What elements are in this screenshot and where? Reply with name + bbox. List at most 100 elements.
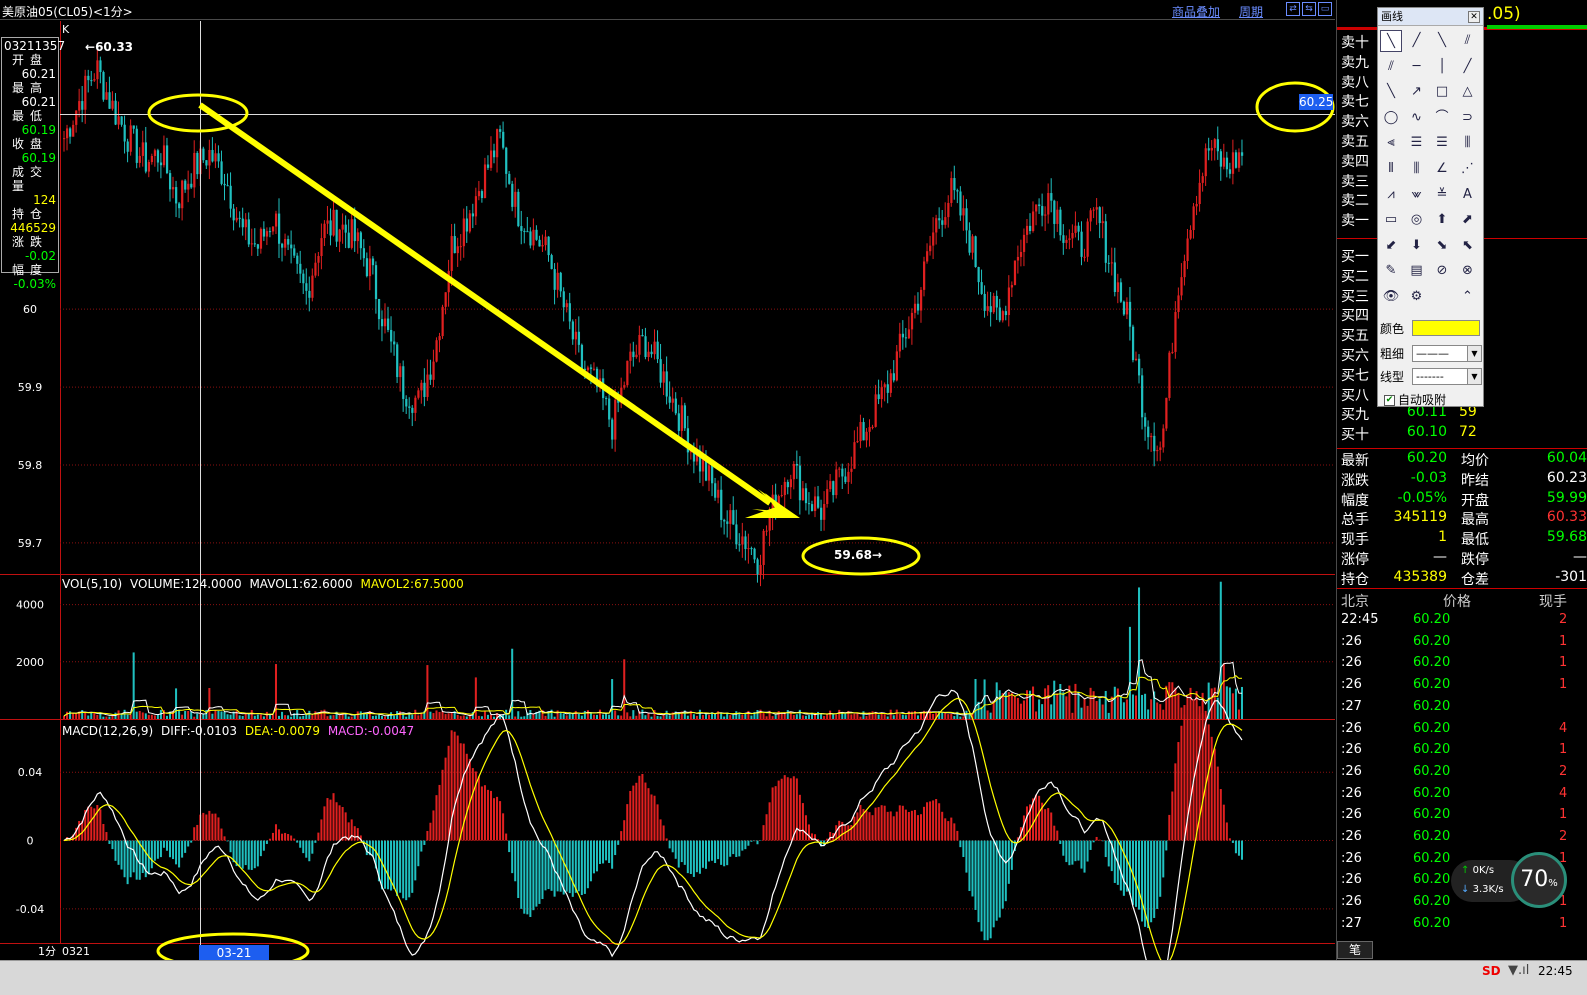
fib-fan-icon[interactable]: ⫷ [1380,132,1402,154]
macd-bar [1062,840,1065,856]
macd-bar [692,840,695,877]
auto-attach-checkbox[interactable]: ✔ 自动吸附 [1384,391,1446,408]
candle-body [114,100,117,125]
parallel-icon[interactable]: ⫽ [1457,30,1479,52]
parallel-channel-icon[interactable]: ⫽ [1380,56,1402,78]
width-select[interactable]: ——— ▼ [1412,345,1482,362]
color-layers-icon[interactable]: ▤ [1406,260,1428,282]
style-select[interactable]: ------- ▼ [1412,368,1482,385]
candle-body [726,521,729,524]
volume-bar [187,710,190,719]
macd-bar [505,833,508,841]
overlay-link[interactable]: 商品叠加 [1172,3,1220,20]
volume-bar [374,715,377,719]
fib-retracement-icon[interactable]: ☰ [1406,132,1428,154]
candle-body [532,229,535,246]
horizontal-line-icon[interactable]: ─ [1406,56,1428,78]
candle-body [565,303,568,308]
volume-bar [986,710,989,719]
tick-row: :27 60.20 1 [1337,916,1587,937]
up-arrow-line-icon[interactable]: ↗ [1406,81,1428,103]
crosshair-price-label: 60.25 [1299,94,1334,110]
down-line-icon[interactable]: ╲ [1380,81,1402,103]
volume-bar [686,715,689,719]
hide-icon[interactable]: ⊘ [1431,260,1453,282]
ruler-icon[interactable]: ▭ [1380,209,1402,231]
wave-icon[interactable]: ∿ [1406,107,1428,129]
volume-bar [974,678,977,719]
rectangle-icon[interactable]: □ [1431,81,1453,103]
up-right-arrow-icon[interactable]: ⬈ [1457,209,1479,231]
macd-bar [935,799,938,841]
cycle-line-icon[interactable]: ⦀ [1380,158,1402,180]
volume-bar [1074,683,1077,719]
macd-bar [617,840,620,845]
candle-body [408,406,411,408]
volume-bar [235,710,238,719]
buy-level-volume: 72 [1459,424,1477,441]
macd-bar [568,840,571,894]
candle-body [998,307,1001,321]
ellipse-icon[interactable]: ◯ [1380,107,1402,129]
arc-icon[interactable]: ⌒ [1431,107,1453,129]
trend-line-icon[interactable]: ╱ [1457,56,1479,78]
fib-cycle-icon[interactable]: ⫼ [1406,158,1428,180]
volume-bar [617,715,620,719]
nav-button-3[interactable]: ▭ [1318,2,1332,16]
gann-fan-icon[interactable]: ⋰ [1457,158,1479,180]
drawing-tool-window[interactable]: 画线 ✕ ╲ ╱ ╲ ⫽ ⫽ ─ │ ╱ ╲ ↗ □ △ ◯ ∿ ⌒ ⊃ ⫷ ☰ ☰ ⫼ ⦀ ⫼ ∠ ⋰ ⩘ ⩖ ≚ A ▭ ◎ ⬆ ⬈ ⬋ ⬇ ⬊… [1377,7,1484,407]
candle-body [317,256,320,263]
collapse-icon[interactable]: ⌃ [1457,286,1479,308]
down-left-arrow-icon[interactable]: ⬋ [1380,235,1402,257]
speed-line-icon[interactable]: ⩘ [1380,184,1402,206]
eye-icon[interactable]: 👁 [1380,286,1402,308]
candle-body [623,385,626,388]
line-segment-icon[interactable]: ╲ [1380,30,1402,52]
candle-body [865,431,868,441]
macd-bar [123,840,126,878]
color-swatch[interactable] [1412,320,1480,336]
fib-extension-icon[interactable]: ☰ [1431,132,1453,154]
down-right-arrow-icon[interactable]: ⬊ [1431,235,1453,257]
target-icon[interactable]: ◎ [1406,209,1428,231]
ray-icon[interactable]: ╱ [1406,30,1428,52]
macd-bar [238,840,241,868]
macd-bar [459,743,462,841]
macd-bar [944,818,947,841]
settings-icon[interactable]: ⚙ [1406,286,1428,308]
tab-ticks[interactable]: 笔 [1337,941,1373,959]
lock-icon[interactable]: ⊗ [1457,260,1479,282]
up-left-arrow-icon[interactable]: ⬉ [1457,235,1479,257]
line-icon[interactable]: ╲ [1431,30,1453,52]
candle-body [1035,204,1038,212]
macd-bar [683,840,686,865]
candle-body [1231,152,1235,174]
volume-bar [577,713,580,719]
vertical-line-icon[interactable]: │ [1431,56,1453,78]
down-arrow-icon[interactable]: ⬇ [1406,235,1428,257]
pitchfork-icon[interactable]: ⩖ [1406,184,1428,206]
price-channel-icon[interactable]: ≚ [1431,184,1453,206]
eraser-icon[interactable]: ✎ [1380,260,1402,282]
info-rows: 开盘 60.21 最高 60.21 最低 60.19 收盘 60.19 成交量 124 持仓 4465… [4,53,56,291]
triangle-icon[interactable]: △ [1457,81,1479,103]
nav-button-2[interactable]: ⇆ [1302,2,1316,16]
candle-body [359,232,362,249]
angle-icon[interactable]: ∠ [1431,158,1453,180]
close-icon[interactable]: ✕ [1468,11,1480,23]
nav-button-1[interactable]: ⇄ [1286,2,1300,16]
candle-body [632,351,635,358]
text-icon[interactable]: A [1457,184,1479,206]
volume-bar [1125,699,1128,719]
chart-area[interactable]: 60 59.9 59.8 59.7 4000 2000 0.04 0 -0.04 K VOL(5… [0,21,1335,961]
fib-timezone-icon[interactable]: ⫼ [1457,132,1479,154]
period-link[interactable]: 周期 [1239,3,1263,20]
network-speed-widget[interactable]: ↑ 0K/s ↓ 3.3K/s 70% [1451,852,1578,910]
half-circle-icon[interactable]: ⊃ [1457,107,1479,129]
candle-body [1138,358,1141,376]
macd-bar [117,840,120,865]
macd-bar [547,840,550,890]
macd-bar [517,840,520,898]
up-arrow-icon[interactable]: ⬆ [1431,209,1453,231]
macd-bar [114,840,117,861]
